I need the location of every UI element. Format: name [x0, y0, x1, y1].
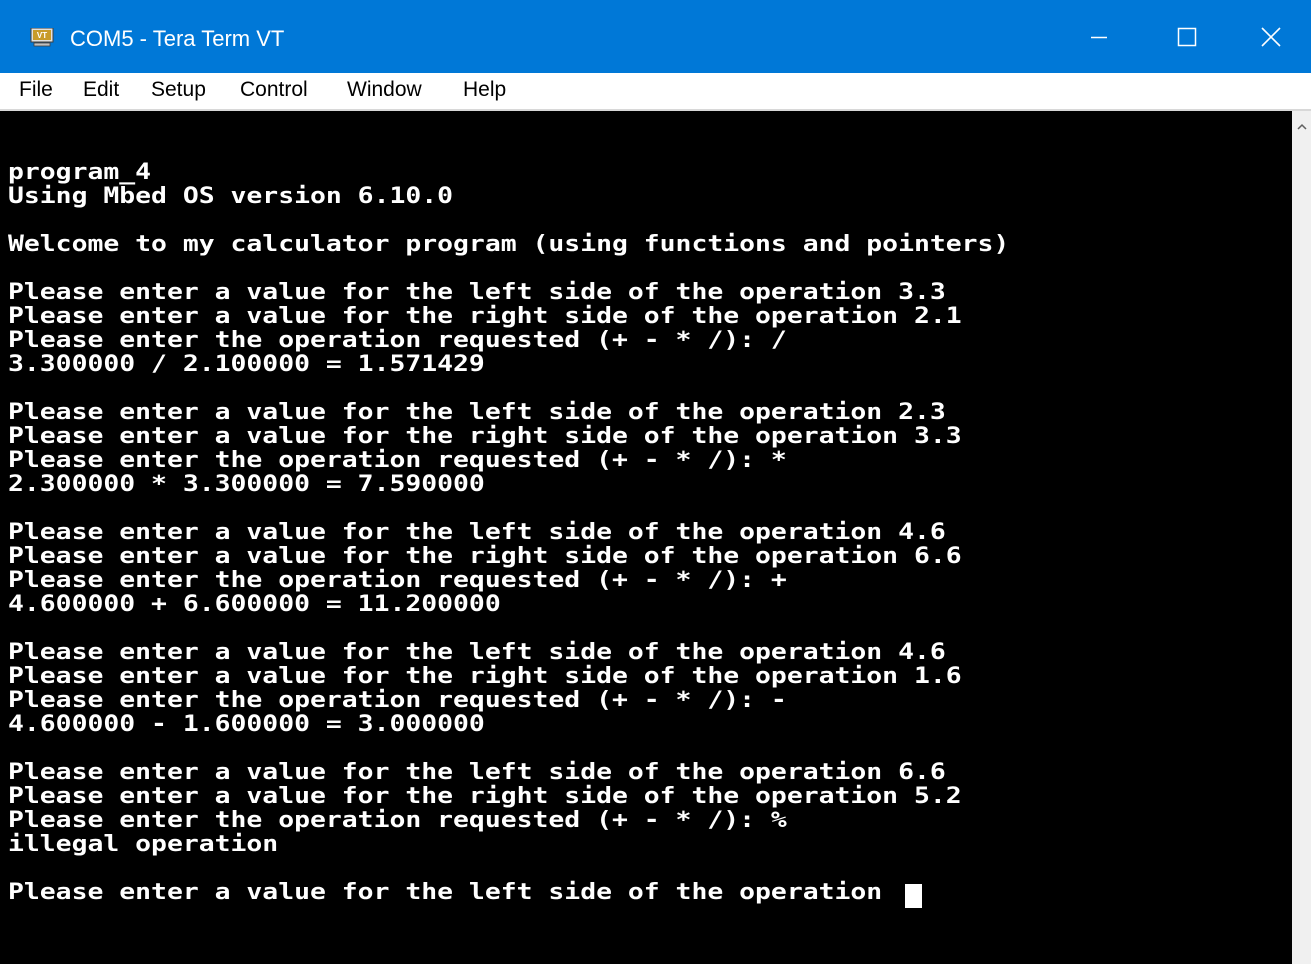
scroll-up-button[interactable]	[1292, 117, 1311, 137]
terminal-line: Please enter a value for the right side …	[8, 664, 962, 689]
maximize-icon	[1177, 27, 1197, 46]
minimize-icon	[1091, 36, 1107, 38]
close-icon	[1261, 26, 1281, 47]
menu-control[interactable]: Control	[240, 76, 308, 104]
terminal-line: Please enter a value for the left side o…	[8, 640, 946, 665]
vt-icon-label: VT	[37, 31, 47, 40]
menu-setup[interactable]: Setup	[151, 76, 206, 104]
maximize-button[interactable]	[1143, 0, 1231, 73]
terminal-line: Please enter the operation requested (+ …	[8, 808, 787, 833]
tera-term-window: VT COM5 - Tera Term VT File Edit Setup C…	[0, 0, 1311, 964]
terminal-line: Please enter a value for the right side …	[8, 424, 962, 449]
terminal-line: Please enter a value for the right side …	[8, 784, 962, 809]
terminal-line: Please enter a value for the left side o…	[8, 880, 899, 905]
vt-icon[interactable]: VT	[30, 28, 54, 47]
minimize-button[interactable]	[1055, 0, 1143, 73]
terminal-line: 4.600000 + 6.600000 = 11.200000	[8, 592, 501, 617]
terminal-line: 4.600000 - 1.600000 = 3.000000	[8, 712, 485, 737]
terminal-line: Using Mbed OS version 6.10.0	[8, 184, 454, 209]
terminal-line: Please enter a value for the left side o…	[8, 520, 946, 545]
menu-bar: File Edit Setup Control Window Help	[0, 73, 1311, 109]
terminal-line: program_4	[8, 160, 152, 185]
terminal-line: Welcome to my calculator program (using …	[8, 232, 1010, 257]
terminal-screen[interactable]: program_4 Using Mbed OS version 6.10.0 W…	[0, 111, 1292, 964]
vertical-scrollbar[interactable]	[1292, 111, 1311, 964]
menu-help[interactable]: Help	[463, 76, 506, 104]
terminal-line: 2.300000 * 3.300000 = 7.590000	[8, 472, 485, 497]
close-button[interactable]	[1231, 0, 1311, 73]
terminal-line: Please enter a value for the left side o…	[8, 400, 946, 425]
terminal-line: Please enter the operation requested (+ …	[8, 568, 787, 593]
terminal-line: Please enter a value for the left side o…	[8, 280, 946, 305]
window-title: COM5 - Tera Term VT	[70, 26, 285, 51]
terminal-line: 3.300000 / 2.100000 = 1.571429	[8, 352, 485, 377]
chevron-up-icon	[1296, 123, 1307, 130]
menu-window[interactable]: Window	[347, 76, 422, 104]
text-cursor	[905, 884, 922, 908]
menu-edit[interactable]: Edit	[83, 76, 119, 104]
terminal-line: Please enter a value for the left side o…	[8, 760, 946, 785]
terminal-line: Please enter a value for the right side …	[8, 304, 962, 329]
menu-file[interactable]: File	[19, 76, 53, 104]
terminal-line: Please enter the operation requested (+ …	[8, 688, 787, 713]
terminal-line: Please enter a value for the right side …	[8, 544, 962, 569]
terminal-line: Please enter the operation requested (+ …	[8, 448, 787, 473]
title-bar[interactable]: VT COM5 - Tera Term VT	[0, 0, 1311, 73]
terminal-line: illegal operation	[8, 832, 279, 857]
terminal-line: Please enter the operation requested (+ …	[8, 328, 787, 353]
